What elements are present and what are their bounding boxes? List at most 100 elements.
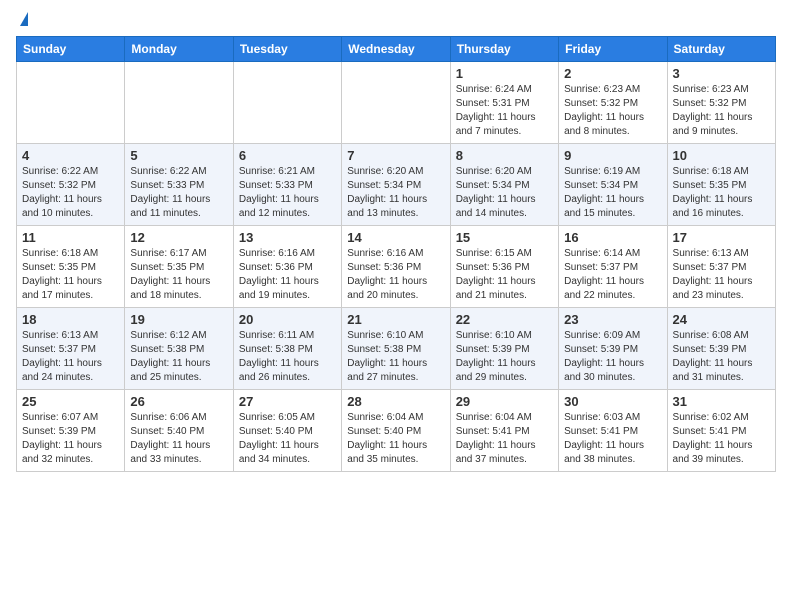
day-cell	[125, 62, 233, 144]
day-info: Sunrise: 6:07 AM Sunset: 5:39 PM Dayligh…	[22, 411, 119, 467]
day-info: Sunrise: 6:02 AM Sunset: 5:41 PM Dayligh…	[673, 411, 770, 467]
header-monday: Monday	[125, 37, 233, 62]
day-info: Sunrise: 6:22 AM Sunset: 5:33 PM Dayligh…	[130, 165, 227, 221]
day-number: 10	[673, 148, 770, 163]
day-number: 18	[22, 312, 119, 327]
day-cell: 2 Sunrise: 6:23 AM Sunset: 5:32 PM Daylig…	[559, 62, 667, 144]
day-info: Sunrise: 6:05 AM Sunset: 5:40 PM Dayligh…	[239, 411, 336, 467]
day-number: 6	[239, 148, 336, 163]
day-cell: 14 Sunrise: 6:16 AM Sunset: 5:36 PM Dayli…	[342, 226, 450, 308]
day-cell: 31 Sunrise: 6:02 AM Sunset: 5:41 PM Dayli…	[667, 390, 775, 472]
day-cell: 28 Sunrise: 6:04 AM Sunset: 5:40 PM Dayli…	[342, 390, 450, 472]
day-cell: 18 Sunrise: 6:13 AM Sunset: 5:37 PM Dayli…	[17, 308, 125, 390]
day-info: Sunrise: 6:04 AM Sunset: 5:41 PM Dayligh…	[456, 411, 553, 467]
day-info: Sunrise: 6:12 AM Sunset: 5:38 PM Dayligh…	[130, 329, 227, 385]
logo-triangle-icon	[20, 12, 28, 26]
header-wednesday: Wednesday	[342, 37, 450, 62]
day-number: 30	[564, 394, 661, 409]
day-number: 7	[347, 148, 444, 163]
day-number: 11	[22, 230, 119, 245]
header-saturday: Saturday	[667, 37, 775, 62]
day-info: Sunrise: 6:13 AM Sunset: 5:37 PM Dayligh…	[673, 247, 770, 303]
day-cell: 16 Sunrise: 6:14 AM Sunset: 5:37 PM Dayli…	[559, 226, 667, 308]
day-number: 1	[456, 66, 553, 81]
header-friday: Friday	[559, 37, 667, 62]
day-cell: 15 Sunrise: 6:15 AM Sunset: 5:36 PM Dayli…	[450, 226, 558, 308]
day-cell: 21 Sunrise: 6:10 AM Sunset: 5:38 PM Dayli…	[342, 308, 450, 390]
page-header	[16, 16, 776, 26]
header-row: SundayMondayTuesdayWednesdayThursdayFrid…	[17, 37, 776, 62]
calendar-table: SundayMondayTuesdayWednesdayThursdayFrid…	[16, 36, 776, 472]
day-cell: 27 Sunrise: 6:05 AM Sunset: 5:40 PM Dayli…	[233, 390, 341, 472]
day-cell: 7 Sunrise: 6:20 AM Sunset: 5:34 PM Daylig…	[342, 144, 450, 226]
day-cell: 8Sunrise: 6:20 AM Sunset: 5:34 PM Daylig…	[450, 144, 558, 226]
day-info: Sunrise: 6:24 AM Sunset: 5:31 PM Dayligh…	[456, 83, 553, 139]
day-number: 21	[347, 312, 444, 327]
day-info: Sunrise: 6:16 AM Sunset: 5:36 PM Dayligh…	[347, 247, 444, 303]
day-cell	[342, 62, 450, 144]
day-number: 17	[673, 230, 770, 245]
day-cell: 30 Sunrise: 6:03 AM Sunset: 5:41 PM Dayli…	[559, 390, 667, 472]
day-cell: 9 Sunrise: 6:19 AM Sunset: 5:34 PM Daylig…	[559, 144, 667, 226]
week-row-2: 4 Sunrise: 6:22 AM Sunset: 5:32 PM Daylig…	[17, 144, 776, 226]
week-row-1: 1 Sunrise: 6:24 AM Sunset: 5:31 PM Daylig…	[17, 62, 776, 144]
day-cell: 25Sunrise: 6:07 AM Sunset: 5:39 PM Dayli…	[17, 390, 125, 472]
day-info: Sunrise: 6:14 AM Sunset: 5:37 PM Dayligh…	[564, 247, 661, 303]
week-row-5: 25Sunrise: 6:07 AM Sunset: 5:39 PM Dayli…	[17, 390, 776, 472]
day-number: 31	[673, 394, 770, 409]
day-info: Sunrise: 6:13 AM Sunset: 5:37 PM Dayligh…	[22, 329, 119, 385]
day-info: Sunrise: 6:23 AM Sunset: 5:32 PM Dayligh…	[673, 83, 770, 139]
day-info: Sunrise: 6:15 AM Sunset: 5:36 PM Dayligh…	[456, 247, 553, 303]
day-number: 22	[456, 312, 553, 327]
header-thursday: Thursday	[450, 37, 558, 62]
day-info: Sunrise: 6:19 AM Sunset: 5:34 PM Dayligh…	[564, 165, 661, 221]
day-number: 4	[22, 148, 119, 163]
logo	[16, 16, 28, 26]
day-info: Sunrise: 6:17 AM Sunset: 5:35 PM Dayligh…	[130, 247, 227, 303]
day-cell: 19 Sunrise: 6:12 AM Sunset: 5:38 PM Dayli…	[125, 308, 233, 390]
day-info: Sunrise: 6:23 AM Sunset: 5:32 PM Dayligh…	[564, 83, 661, 139]
day-cell: 26 Sunrise: 6:06 AM Sunset: 5:40 PM Dayli…	[125, 390, 233, 472]
day-cell: 3 Sunrise: 6:23 AM Sunset: 5:32 PM Daylig…	[667, 62, 775, 144]
day-info: Sunrise: 6:11 AM Sunset: 5:38 PM Dayligh…	[239, 329, 336, 385]
day-number: 3	[673, 66, 770, 81]
day-info: Sunrise: 6:20 AM Sunset: 5:34 PM Dayligh…	[347, 165, 444, 221]
day-cell: 1 Sunrise: 6:24 AM Sunset: 5:31 PM Daylig…	[450, 62, 558, 144]
day-number: 26	[130, 394, 227, 409]
day-cell	[17, 62, 125, 144]
day-info: Sunrise: 6:08 AM Sunset: 5:39 PM Dayligh…	[673, 329, 770, 385]
day-cell: 10 Sunrise: 6:18 AM Sunset: 5:35 PM Dayli…	[667, 144, 775, 226]
week-row-3: 11Sunrise: 6:18 AM Sunset: 5:35 PM Dayli…	[17, 226, 776, 308]
day-number: 20	[239, 312, 336, 327]
day-cell: 11Sunrise: 6:18 AM Sunset: 5:35 PM Dayli…	[17, 226, 125, 308]
day-info: Sunrise: 6:22 AM Sunset: 5:32 PM Dayligh…	[22, 165, 119, 221]
day-info: Sunrise: 6:04 AM Sunset: 5:40 PM Dayligh…	[347, 411, 444, 467]
day-cell	[233, 62, 341, 144]
day-number: 16	[564, 230, 661, 245]
day-cell: 4 Sunrise: 6:22 AM Sunset: 5:32 PM Daylig…	[17, 144, 125, 226]
day-cell: 29Sunrise: 6:04 AM Sunset: 5:41 PM Dayli…	[450, 390, 558, 472]
day-cell: 17 Sunrise: 6:13 AM Sunset: 5:37 PM Dayli…	[667, 226, 775, 308]
day-number: 14	[347, 230, 444, 245]
day-number: 2	[564, 66, 661, 81]
day-info: Sunrise: 6:16 AM Sunset: 5:36 PM Dayligh…	[239, 247, 336, 303]
day-info: Sunrise: 6:21 AM Sunset: 5:33 PM Dayligh…	[239, 165, 336, 221]
day-number: 9	[564, 148, 661, 163]
day-number: 19	[130, 312, 227, 327]
day-info: Sunrise: 6:10 AM Sunset: 5:38 PM Dayligh…	[347, 329, 444, 385]
day-cell: 24Sunrise: 6:08 AM Sunset: 5:39 PM Dayli…	[667, 308, 775, 390]
day-number: 27	[239, 394, 336, 409]
day-number: 28	[347, 394, 444, 409]
day-number: 23	[564, 312, 661, 327]
header-sunday: Sunday	[17, 37, 125, 62]
day-number: 5	[130, 148, 227, 163]
day-info: Sunrise: 6:18 AM Sunset: 5:35 PM Dayligh…	[673, 165, 770, 221]
day-info: Sunrise: 6:06 AM Sunset: 5:40 PM Dayligh…	[130, 411, 227, 467]
day-info: Sunrise: 6:20 AM Sunset: 5:34 PM Dayligh…	[456, 165, 553, 221]
day-number: 13	[239, 230, 336, 245]
day-number: 15	[456, 230, 553, 245]
day-info: Sunrise: 6:03 AM Sunset: 5:41 PM Dayligh…	[564, 411, 661, 467]
day-info: Sunrise: 6:09 AM Sunset: 5:39 PM Dayligh…	[564, 329, 661, 385]
day-cell: 5 Sunrise: 6:22 AM Sunset: 5:33 PM Daylig…	[125, 144, 233, 226]
day-cell: 12Sunrise: 6:17 AM Sunset: 5:35 PM Dayli…	[125, 226, 233, 308]
